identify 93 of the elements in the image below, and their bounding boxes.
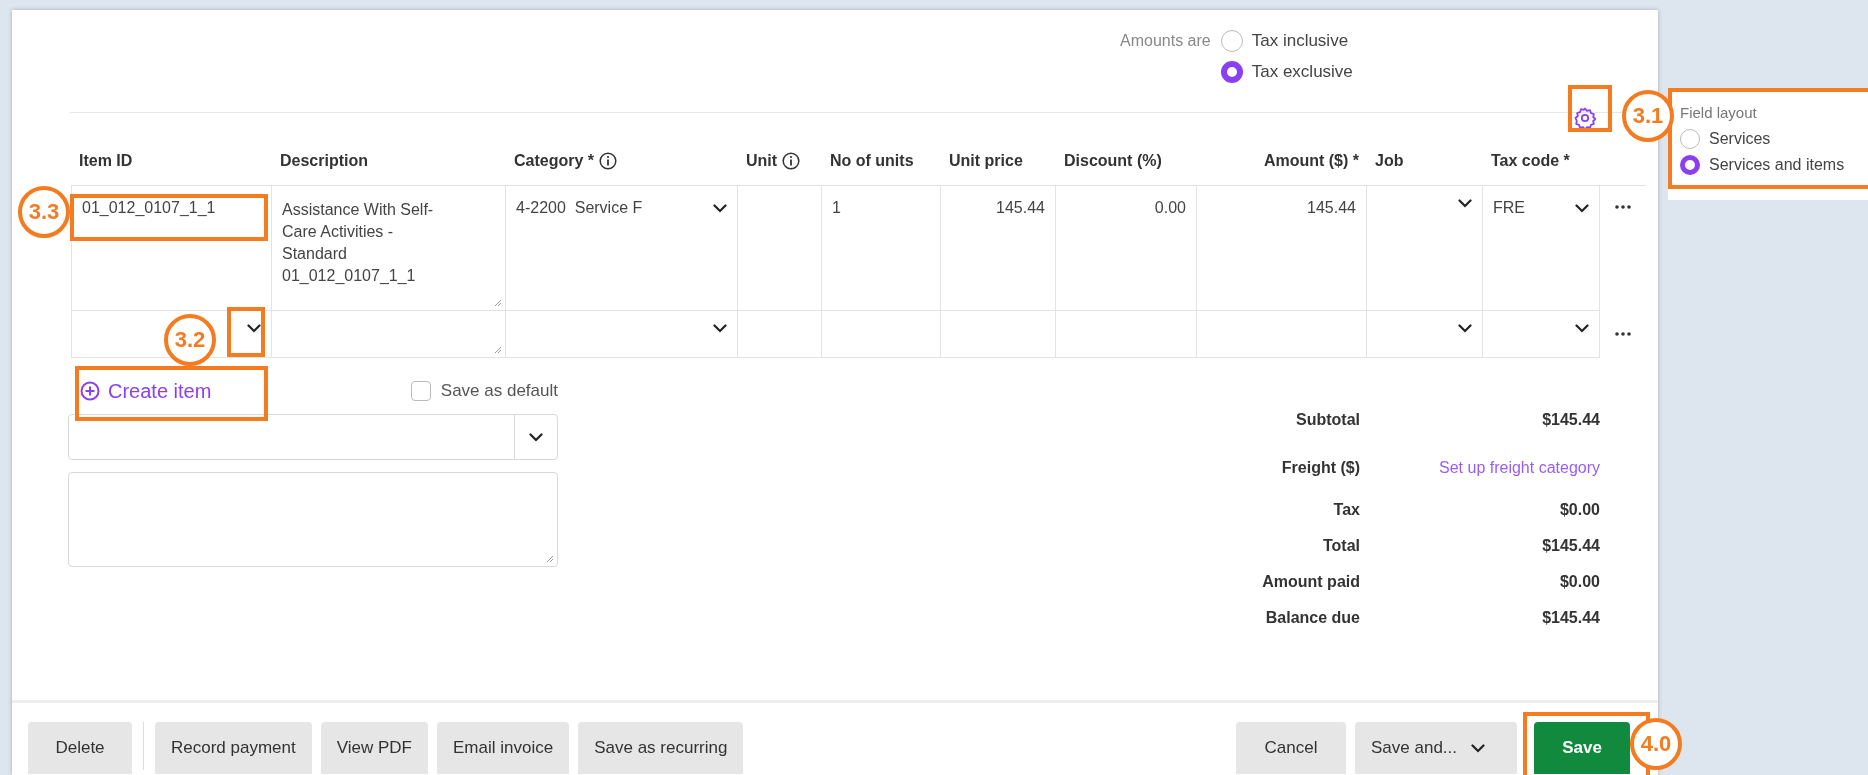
- total-label: Freight ($): [1281, 459, 1360, 477]
- total-label: Subtotal: [1296, 411, 1360, 429]
- column-header: Job: [1375, 151, 1404, 170]
- description-text[interactable]: Assistance With Self-Care Activities - Standard 01_012_0107_1_1: [282, 199, 460, 287]
- table-cell[interactable]: 0.00: [1056, 186, 1197, 311]
- table-cell[interactable]: [1197, 311, 1367, 358]
- step-badge: 4.0: [1630, 718, 1682, 770]
- column-header: Unit price: [949, 151, 1023, 170]
- total-label: Tax: [1333, 501, 1360, 519]
- table-input[interactable]: 01_012_0107_1_1: [82, 199, 216, 217]
- resize-handle-icon[interactable]: [494, 299, 502, 307]
- table-cell[interactable]: [1056, 311, 1197, 358]
- info-icon[interactable]: [599, 151, 618, 170]
- chevron-down-icon: [1575, 203, 1589, 213]
- table-cell[interactable]: 01_012_0107_1_1: [71, 186, 272, 311]
- radio-button[interactable]: [1680, 129, 1700, 149]
- total-value: $0.00: [1559, 501, 1600, 519]
- settings-icon[interactable]: [1574, 107, 1596, 129]
- total-value: $145.44: [1542, 609, 1600, 627]
- select-value[interactable]: FRE: [1493, 199, 1525, 217]
- table-cell[interactable]: FRE: [1483, 186, 1600, 311]
- column-header: Category *: [514, 151, 595, 170]
- checkbox[interactable]: [410, 381, 431, 401]
- footer-button[interactable]: View PDF: [320, 722, 428, 774]
- column-header: No of units: [830, 151, 914, 170]
- plus-circle-icon: [80, 381, 100, 401]
- radio-label[interactable]: Tax inclusive: [1251, 31, 1349, 51]
- column-header: Unit: [746, 151, 778, 170]
- chevron-down-icon: [1471, 743, 1485, 753]
- create-item-link[interactable]: Create item: [80, 379, 212, 403]
- total-value: $0.00: [1559, 573, 1600, 591]
- table-cell[interactable]: 145.44: [941, 186, 1056, 311]
- column-header: Description: [280, 151, 368, 170]
- select-field[interactable]: [68, 414, 558, 460]
- table-cell[interactable]: [1483, 311, 1600, 358]
- footer-button[interactable]: Cancel: [1236, 722, 1346, 774]
- radio-label[interactable]: Services: [1709, 130, 1771, 148]
- radio-button[interactable]: [1220, 61, 1243, 83]
- select-value[interactable]: 4-2200 Service F: [516, 199, 643, 217]
- table-cell[interactable]: [738, 311, 822, 358]
- table-input[interactable]: 145.44: [1307, 199, 1356, 217]
- chevron-down-icon: [247, 324, 261, 333]
- footer-button[interactable]: Email invoice: [437, 722, 570, 774]
- footer-button[interactable]: Save as recurring: [578, 722, 744, 774]
- table-cell[interactable]: 145.44: [1197, 186, 1367, 311]
- info-icon[interactable]: [782, 151, 801, 170]
- table-input[interactable]: 145.44: [996, 199, 1045, 217]
- radio-label[interactable]: Services and items: [1709, 156, 1845, 174]
- table-input[interactable]: 1: [832, 199, 841, 217]
- more-icon[interactable]: [1615, 332, 1631, 336]
- resize-handle-icon[interactable]: [494, 346, 502, 354]
- notes-field[interactable]: [68, 472, 558, 567]
- table-cell[interactable]: 4-2200 Service F: [506, 186, 738, 311]
- table-input[interactable]: 0.00: [1154, 199, 1186, 217]
- freight-link[interactable]: Set up freight category: [1439, 459, 1600, 477]
- table-cell[interactable]: [272, 311, 506, 358]
- radio-button[interactable]: [1220, 30, 1243, 52]
- checkbox-label[interactable]: Save as default: [440, 381, 558, 401]
- table-cell[interactable]: [506, 311, 738, 358]
- footer-button[interactable]: Delete: [28, 722, 132, 774]
- radio-label[interactable]: Tax exclusive: [1251, 62, 1353, 82]
- footer-button[interactable]: Record payment: [155, 722, 312, 774]
- chevron-down-icon: [1458, 324, 1472, 333]
- column-header: Item ID: [79, 151, 133, 170]
- highlight-frame: [1568, 85, 1612, 132]
- highlight-frame: [227, 307, 265, 357]
- total-label: Amount paid: [1262, 573, 1360, 591]
- total-value: $145.44: [1542, 537, 1600, 555]
- total-label: Total: [1322, 537, 1360, 555]
- resize-handle-icon[interactable]: [546, 555, 554, 563]
- table-cell[interactable]: [738, 186, 822, 311]
- chevron-down-icon: [1458, 199, 1472, 208]
- radio-button[interactable]: [1680, 155, 1700, 175]
- amounts-label: Amounts are: [1120, 32, 1211, 50]
- table-cell[interactable]: Assistance With Self-Care Activities - Standard 01_012_0107_1_1: [272, 186, 506, 311]
- table-cell[interactable]: [941, 311, 1056, 358]
- total-value: $145.44: [1542, 411, 1600, 429]
- total-label: Balance due: [1265, 609, 1360, 627]
- table-cell[interactable]: [1367, 311, 1483, 358]
- column-header: Discount (%): [1064, 151, 1162, 170]
- chevron-down-icon: [1575, 324, 1589, 333]
- column-header: Amount ($) *: [1263, 151, 1359, 170]
- chevron-down-icon: [713, 203, 727, 213]
- more-icon[interactable]: [1615, 205, 1631, 209]
- table-cell[interactable]: 1: [822, 186, 941, 311]
- chevron-down-icon: [529, 432, 543, 442]
- chevron-down-icon: [713, 324, 727, 333]
- table-cell[interactable]: [1367, 186, 1483, 311]
- table-cell[interactable]: [822, 311, 941, 358]
- save-and-button[interactable]: Save and...: [1355, 722, 1517, 774]
- save-button[interactable]: Save: [1534, 722, 1630, 774]
- column-header: Tax code *: [1491, 151, 1570, 170]
- popup-title: Field layout: [1680, 104, 1758, 121]
